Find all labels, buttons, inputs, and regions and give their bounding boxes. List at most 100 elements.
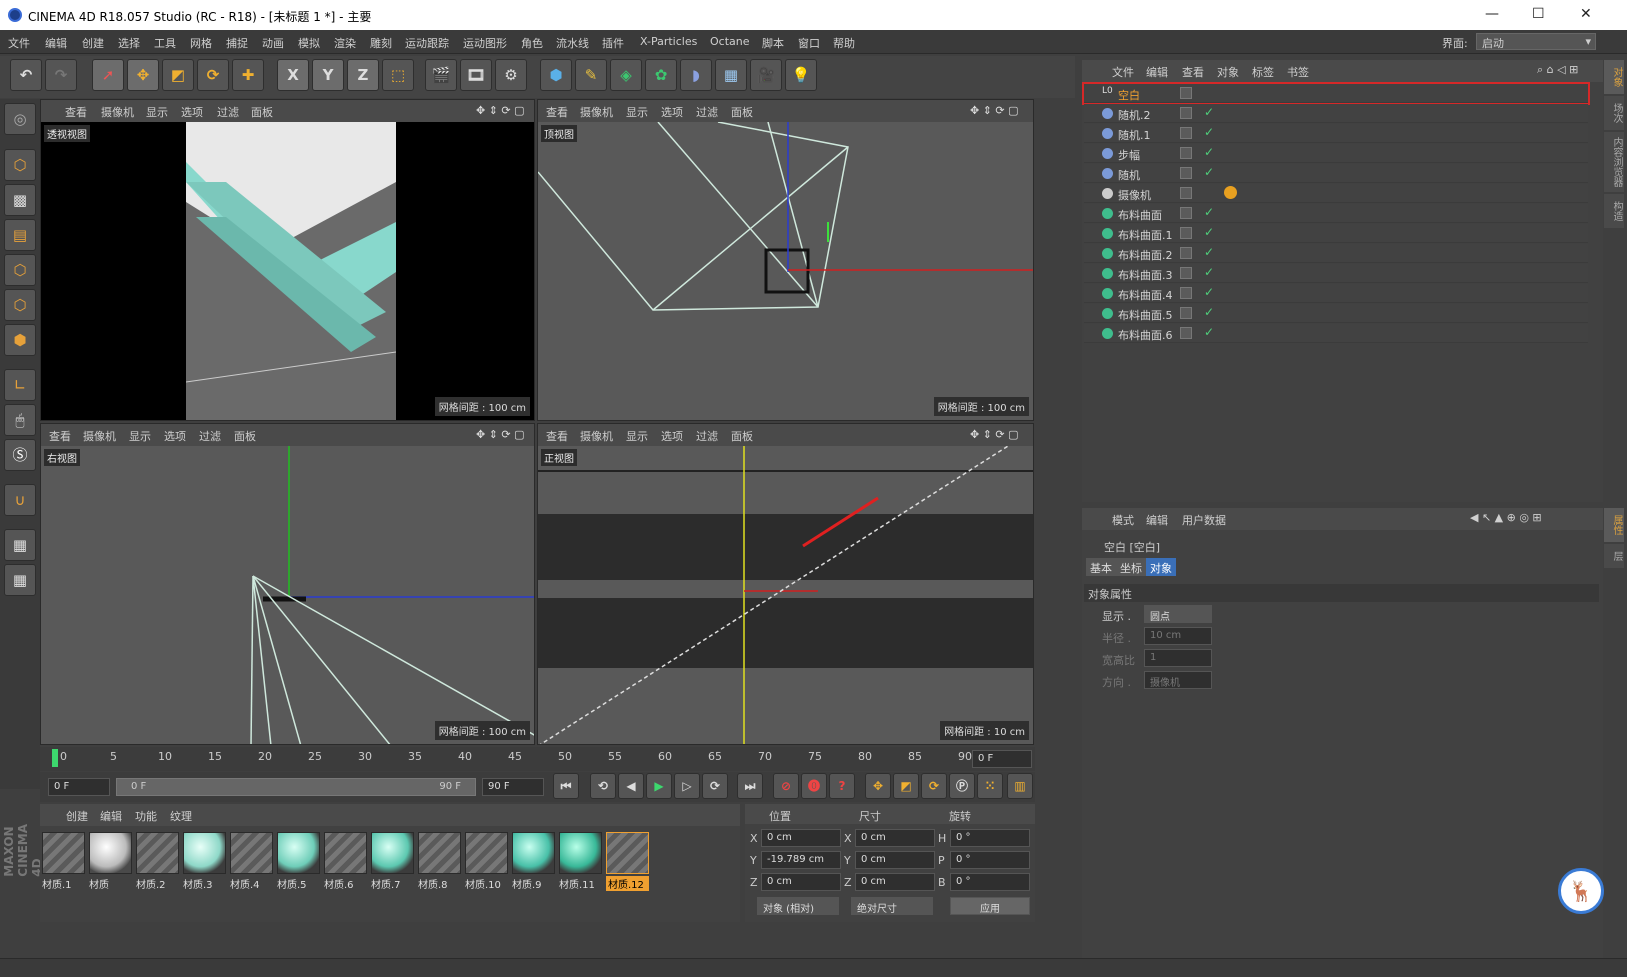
layer-swatch[interactable] xyxy=(1180,187,1192,199)
layer-swatch[interactable] xyxy=(1180,267,1192,279)
om-menu-bookmarks[interactable]: 书签 xyxy=(1287,64,1309,80)
menu-simulate[interactable]: 模拟 xyxy=(298,35,320,51)
material-swatch[interactable]: 材质 xyxy=(89,832,132,891)
om-search-icon[interactable]: ⌕ ⌂ ◁ ⊞ xyxy=(1537,63,1578,77)
axis-mode-icon[interactable]: ∟ xyxy=(4,369,36,401)
key-param-icon[interactable]: Ⓟ xyxy=(949,773,975,799)
key-scale-icon[interactable]: ◩ xyxy=(893,773,919,799)
enabled-check-icon[interactable]: ✓ xyxy=(1204,145,1214,159)
timeline-window-icon[interactable]: ▥ xyxy=(1007,773,1033,799)
vp-menu-view[interactable]: 查看 xyxy=(546,104,568,120)
enabled-check-icon[interactable]: ✓ xyxy=(1204,225,1214,239)
vp-menu-options[interactable]: 选项 xyxy=(661,104,683,120)
playhead[interactable] xyxy=(52,749,58,767)
goto-end-icon[interactable]: ⏭ xyxy=(737,773,763,799)
apply-button[interactable]: 应用 xyxy=(950,897,1030,915)
enabled-check-icon[interactable]: ✓ xyxy=(1204,105,1214,119)
vp-menu-options[interactable]: 选项 xyxy=(661,428,683,444)
aspect-field[interactable]: 1 xyxy=(1144,649,1212,667)
model-mode-icon[interactable]: ⬡ xyxy=(4,149,36,181)
play-icon[interactable]: ▶ xyxy=(646,773,672,799)
floor-icon[interactable]: ▦ xyxy=(715,59,747,91)
subdivision-icon[interactable]: ◈ xyxy=(610,59,642,91)
size-z-field[interactable]: 0 cm xyxy=(855,873,935,891)
select-tool-icon[interactable]: ➚ xyxy=(92,59,124,91)
step-forward-icon[interactable]: ▷ xyxy=(674,773,700,799)
om-menu-objects[interactable]: 对象 xyxy=(1217,64,1239,80)
render-settings-icon[interactable]: ⚙ xyxy=(495,59,527,91)
size-mode-select[interactable]: 绝对尺寸 xyxy=(851,897,933,915)
enabled-check-icon[interactable]: ✓ xyxy=(1204,125,1214,139)
viewport-nav-icons[interactable]: ✥ ⇕ ⟳ ▢ xyxy=(970,428,1019,441)
light-icon[interactable]: 💡 xyxy=(785,59,817,91)
camera-icon[interactable]: 🎥 xyxy=(750,59,782,91)
object-row[interactable]: 步幅 ✓ xyxy=(1084,144,1588,163)
timeline[interactable]: 0 5 10 15 20 25 30 35 40 45 50 55 60 65 … xyxy=(40,747,1035,771)
menu-pipeline[interactable]: 流水线 xyxy=(556,35,589,51)
layer-swatch[interactable] xyxy=(1180,327,1192,339)
layer-swatch[interactable] xyxy=(1180,227,1192,239)
enabled-check-icon[interactable]: ✓ xyxy=(1204,165,1214,179)
end-frame-field[interactable]: 90 F xyxy=(482,778,544,796)
tab-object[interactable]: 对象 xyxy=(1146,558,1176,576)
object-row[interactable]: 随机.1 ✓ xyxy=(1084,124,1588,143)
next-key-icon[interactable]: ⟳ xyxy=(702,773,728,799)
key-move-icon[interactable]: ✥ xyxy=(865,773,891,799)
material-menu-texture[interactable]: 纹理 xyxy=(170,808,192,824)
om-menu-file[interactable]: 文件 xyxy=(1112,64,1134,80)
enabled-check-icon[interactable]: ✓ xyxy=(1204,265,1214,279)
object-row-selected[interactable]: L0 空白 xyxy=(1082,82,1590,105)
menu-mesh[interactable]: 网格 xyxy=(190,35,212,51)
vp-menu-options[interactable]: 选项 xyxy=(164,428,186,444)
am-menu-userdata[interactable]: 用户数据 xyxy=(1182,512,1226,528)
display-select[interactable]: 圆点 xyxy=(1144,605,1212,623)
vp-menu-panel[interactable]: 面板 xyxy=(234,428,256,444)
object-row[interactable]: 布料曲面 ✓ xyxy=(1084,204,1588,223)
material-swatch[interactable]: 材质.8 xyxy=(418,832,461,891)
side-tab-attributes[interactable]: 属性 xyxy=(1604,508,1624,542)
menu-octane[interactable]: Octane xyxy=(710,35,750,48)
rotation-b-field[interactable]: 0 ° xyxy=(950,873,1030,891)
material-swatch[interactable]: 材质.6 xyxy=(324,832,367,891)
soft-selection-icon[interactable]: Ⓢ xyxy=(4,439,36,471)
vp-menu-filter[interactable]: 过滤 xyxy=(199,428,221,444)
x-axis-button[interactable]: X xyxy=(277,59,309,91)
rotation-h-field[interactable]: 0 ° xyxy=(950,829,1030,847)
viewport-perspective[interactable]: 查看 摄像机 显示 选项 过滤 面板 ✥ ⇕ ⟳ ▢ 透视视图 网格间距 : 1… xyxy=(40,99,535,421)
enabled-check-icon[interactable]: ✓ xyxy=(1204,325,1214,339)
material-swatch[interactable]: 材质.4 xyxy=(230,832,273,891)
vp-menu-display[interactable]: 显示 xyxy=(129,428,151,444)
vp-menu-display[interactable]: 显示 xyxy=(626,428,648,444)
tweak-mode-icon[interactable]: 🖱 xyxy=(4,404,36,436)
menu-tools[interactable]: 工具 xyxy=(154,35,176,51)
rotate-tool-icon[interactable]: ⟳ xyxy=(197,59,229,91)
enabled-check-icon[interactable]: ✓ xyxy=(1204,305,1214,319)
material-swatch[interactable]: 材质.9 xyxy=(512,832,555,891)
object-row[interactable]: 随机.2 ✓ xyxy=(1084,104,1588,123)
menu-snap[interactable]: 捕捉 xyxy=(226,35,248,51)
om-menu-view[interactable]: 查看 xyxy=(1182,64,1204,80)
coord-system-icon[interactable]: ⬚ xyxy=(382,59,414,91)
material-swatch[interactable]: 材质.7 xyxy=(371,832,414,891)
redo-icon[interactable]: ↷ xyxy=(45,59,77,91)
object-row[interactable]: 摄像机 xyxy=(1084,184,1588,203)
side-tab-layers[interactable]: 层 xyxy=(1604,544,1624,568)
menu-xparticles[interactable]: X-Particles xyxy=(640,35,697,48)
viewport-right[interactable]: 查看 摄像机 显示 选项 过滤 面板 ✥ ⇕ ⟳ ▢ 右视图 网格间距 : 10… xyxy=(40,423,535,745)
goto-start-icon[interactable]: ⏮ xyxy=(553,773,579,799)
material-swatch-selected[interactable]: 材质.12 xyxy=(606,832,649,891)
object-row[interactable]: 布料曲面.4 ✓ xyxy=(1084,284,1588,303)
vp-menu-options[interactable]: 选项 xyxy=(181,104,203,120)
y-axis-button[interactable]: Y xyxy=(312,59,344,91)
record-icon[interactable]: ⊘ xyxy=(773,773,799,799)
menu-mograph[interactable]: 运动图形 xyxy=(463,35,507,51)
object-row[interactable]: 布料曲面.3 ✓ xyxy=(1084,264,1588,283)
undo-icon[interactable]: ↶ xyxy=(10,59,42,91)
layer-swatch[interactable] xyxy=(1180,147,1192,159)
vp-menu-filter[interactable]: 过滤 xyxy=(217,104,239,120)
viewport-nav-icons[interactable]: ✥ ⇕ ⟳ ▢ xyxy=(476,104,525,117)
points-mode-icon[interactable]: ⬡ xyxy=(4,254,36,286)
viewport-nav-icons[interactable]: ✥ ⇕ ⟳ ▢ xyxy=(476,428,525,441)
vp-menu-panel[interactable]: 面板 xyxy=(731,104,753,120)
vp-menu-view[interactable]: 查看 xyxy=(546,428,568,444)
